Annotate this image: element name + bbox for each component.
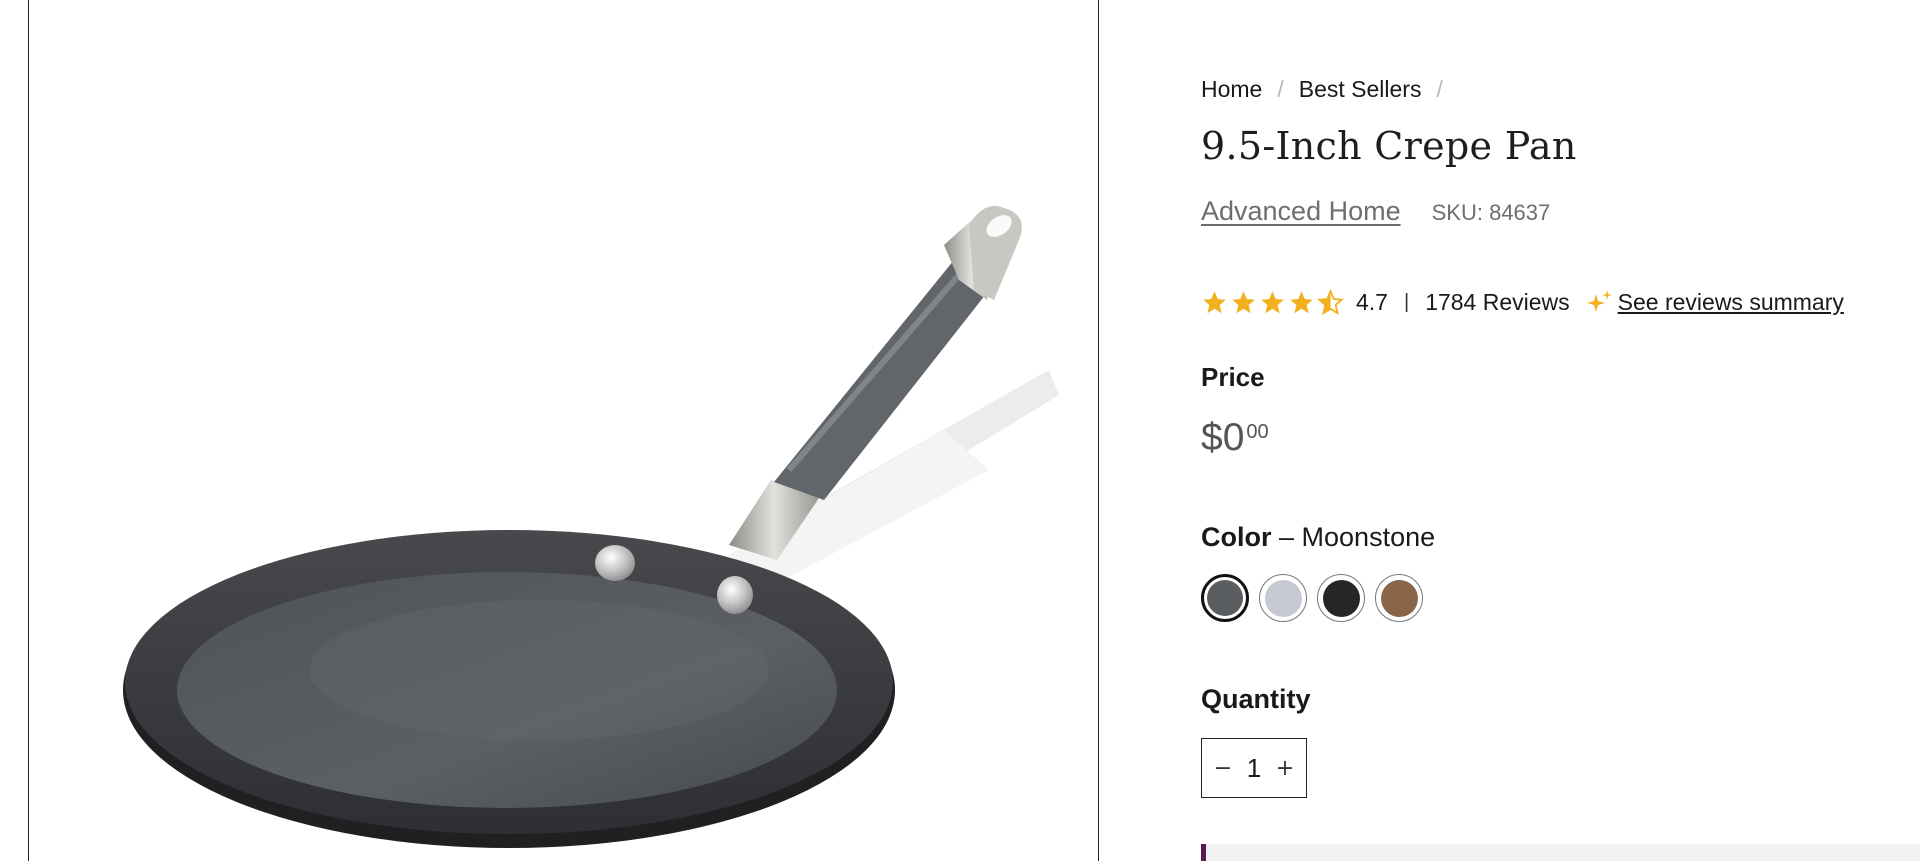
- price-cents: 00: [1246, 421, 1269, 443]
- rating-row: 4.7 | 1784 Reviews See reviews summary: [1201, 288, 1844, 316]
- sku-text: SKU: 84637: [1431, 200, 1551, 225]
- breadcrumb-home[interactable]: Home: [1201, 76, 1262, 103]
- star-icon: [1203, 290, 1226, 313]
- brand-row: Advanced Home SKU: 84637: [1201, 196, 1550, 227]
- quantity-label: Quantity: [1201, 684, 1311, 714]
- review-count-link[interactable]: 1784 Reviews: [1425, 289, 1569, 316]
- add-to-cart-panel[interactable]: [1201, 844, 1920, 861]
- color-swatches: [1201, 574, 1423, 622]
- quantity-stepper: − 1 +: [1201, 738, 1307, 798]
- color-swatch-bronze[interactable]: [1375, 574, 1423, 622]
- increase-quantity-button[interactable]: +: [1274, 756, 1296, 781]
- rating-divider: |: [1403, 290, 1410, 313]
- star-rating[interactable]: [1201, 288, 1344, 316]
- swatch-color-fill: [1264, 579, 1302, 617]
- product-title: 9.5-Inch Crepe Pan: [1201, 124, 1577, 168]
- star-icon: [1232, 290, 1255, 313]
- half-star-icon: [1317, 288, 1344, 315]
- swatch-color-fill: [1207, 580, 1243, 616]
- color-label-text: Color: [1201, 522, 1272, 552]
- price-label: Price: [1201, 362, 1265, 392]
- breadcrumb-separator: /: [1277, 76, 1284, 102]
- star-icon: [1290, 290, 1313, 313]
- sparkle-icon: [1586, 290, 1612, 312]
- swatch-color-fill: [1380, 579, 1418, 617]
- reviews-summary-link[interactable]: See reviews summary: [1618, 289, 1844, 316]
- color-label: Color – Moonstone: [1201, 522, 1435, 553]
- swatch-color-fill: [1322, 579, 1360, 617]
- breadcrumb-best-sellers[interactable]: Best Sellers: [1299, 76, 1422, 103]
- selected-color-name: Moonstone: [1301, 522, 1436, 552]
- color-swatch-black[interactable]: [1317, 574, 1365, 622]
- price-main: $0: [1201, 416, 1245, 459]
- color-swatch-moonstone[interactable]: [1201, 574, 1249, 622]
- brand-link[interactable]: Advanced Home: [1201, 196, 1401, 227]
- color-swatch-silver[interactable]: [1259, 574, 1307, 622]
- product-media: [28, 0, 1099, 861]
- breadcrumb: Home / Best Sellers /: [1201, 76, 1458, 103]
- decrease-quantity-button[interactable]: −: [1212, 756, 1234, 781]
- color-dash: –: [1271, 522, 1302, 552]
- product-info: Home / Best Sellers / 9.5-Inch Crepe Pan…: [1201, 0, 1920, 861]
- rating-value: 4.7: [1356, 288, 1388, 315]
- price: $0 00: [1201, 418, 1269, 457]
- star-icon: [1261, 290, 1284, 313]
- product-image: [123, 206, 1059, 848]
- breadcrumb-separator: /: [1436, 76, 1443, 102]
- quantity-value[interactable]: 1: [1247, 753, 1261, 784]
